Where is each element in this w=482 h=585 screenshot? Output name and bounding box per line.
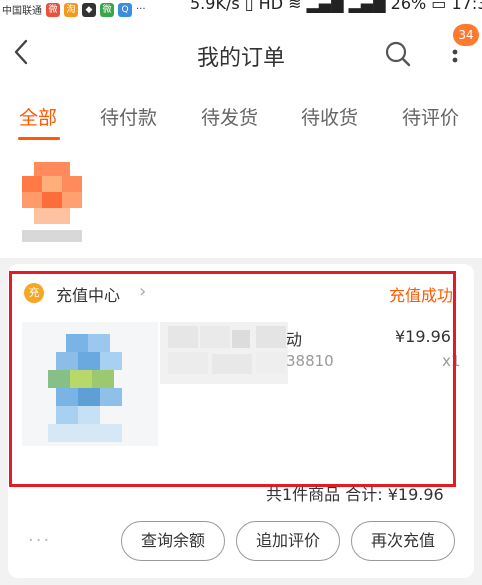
notification-badge: 34 [453, 24, 479, 46]
more-notifications-icon: ··· [136, 4, 146, 15]
order-total: 共1件商品 合计: ¥19.96 [266, 485, 444, 504]
tab-pending-review[interactable]: 待评价 [402, 103, 459, 130]
active-tab-indicator [18, 137, 60, 140]
clock: 17:39 [451, 0, 482, 13]
more-actions-icon[interactable]: ··· [28, 530, 51, 551]
wifi-icon: ≋ [288, 0, 307, 13]
status-bar-right: 5.9K/s ▯ HD ≋ ▂▄▆ ▂▄▆ 26% ▭ 17:39 [190, 0, 482, 13]
nfc-icon: ▯ [244, 0, 259, 13]
tab-pending-payment[interactable]: 待付款 [100, 103, 157, 130]
promo-image[interactable] [22, 162, 82, 224]
network-speed: 5.9K/s [190, 0, 240, 13]
signal-icon-2: ▂▄▆ [348, 0, 386, 13]
status-bar-left: 中国联通 微 淘 ◆ 微 Q ··· [2, 2, 146, 17]
wechat-app-icon: 微 [100, 2, 114, 17]
check-balance-button[interactable]: 查询余额 [121, 521, 225, 561]
search-icon[interactable] [383, 39, 413, 69]
battery-percent: 26% [390, 0, 427, 13]
tab-pending-shipment[interactable]: 待发货 [201, 103, 258, 130]
bird-app-icon: ◆ [82, 2, 96, 17]
battery-icon: ▭ [431, 0, 452, 13]
carrier-label: 中国联通 [2, 6, 42, 17]
hd-icon: HD [258, 0, 284, 13]
promo-caption [22, 230, 82, 242]
highlight-box [9, 271, 456, 487]
signal-icon: ▂▄▆ [306, 0, 344, 13]
weibo-app-icon: 微 [46, 2, 60, 17]
qq-app-icon: Q [118, 2, 132, 17]
taobao-app-icon: 淘 [64, 2, 78, 17]
add-review-button[interactable]: 追加评价 [236, 521, 340, 561]
recharge-again-button[interactable]: 再次充值 [351, 521, 455, 561]
tab-pending-receipt[interactable]: 待收货 [301, 103, 358, 130]
tab-all[interactable]: 全部 [19, 103, 57, 130]
